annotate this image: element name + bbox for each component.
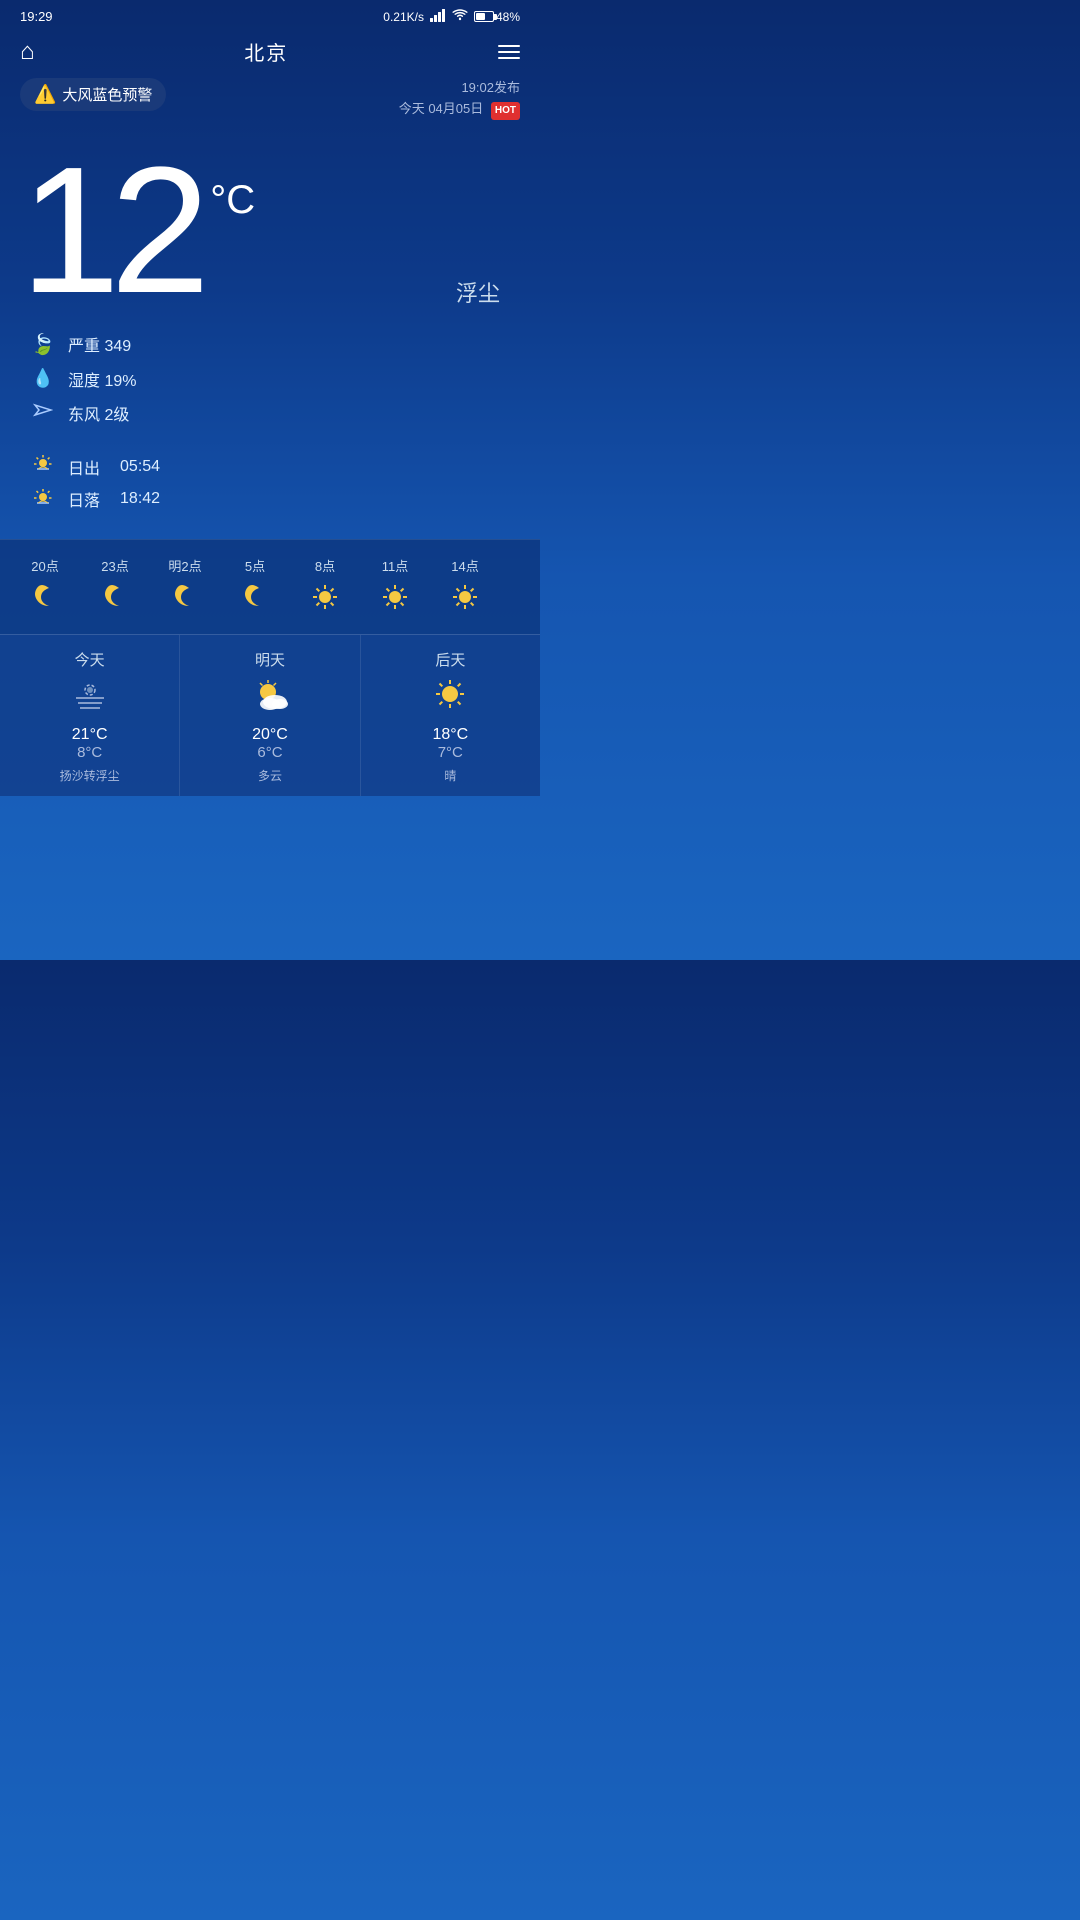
- leaf-icon: 🍃: [30, 332, 56, 357]
- hourly-time: 8点: [315, 556, 335, 575]
- hourly-item: 14点: [430, 556, 500, 618]
- aqi-value: 严重 349: [68, 332, 131, 356]
- moon-icon: [241, 583, 269, 618]
- daily-high: 20°C: [252, 726, 288, 744]
- daily-low: 6°C: [252, 744, 288, 761]
- hourly-item: 23点: [80, 556, 150, 618]
- daily-label: 今天: [75, 649, 105, 670]
- menu-button[interactable]: [498, 45, 520, 59]
- sunset-icon: [30, 487, 56, 510]
- hot-badge: HOT: [491, 102, 520, 120]
- weather-description: 浮尘: [456, 276, 500, 308]
- stats-section: 🍃 严重 349 💧 湿度 19% 东风 2级: [0, 322, 540, 455]
- hourly-time: 23点: [101, 556, 128, 575]
- sunrise-label: 日出: [68, 455, 100, 479]
- daily-label: 明天: [255, 649, 285, 670]
- daily-desc: 扬沙转浮尘: [60, 767, 120, 784]
- stat-row-aqi: 🍃 严重 349: [30, 332, 520, 357]
- hourly-time: 14点: [451, 556, 478, 575]
- daily-desc: 多云: [258, 767, 282, 784]
- warning-bar: ⚠️ 大风蓝色预警 19:02发布 今天 04月05日 HOT: [0, 78, 540, 130]
- daily-high: 18°C: [432, 726, 468, 744]
- status-icons: 0.21K/s 48%: [383, 8, 520, 25]
- status-bar: 19:29 0.21K/s 48%: [0, 0, 540, 29]
- hourly-time: 11点: [382, 556, 409, 575]
- daily-low: 7°C: [432, 744, 468, 761]
- hourly-forecast: 20点 23点 明2点 5点 8点 11点 14点: [0, 539, 540, 634]
- temperature-unit: °C: [210, 180, 255, 220]
- wind-icon: [30, 401, 56, 424]
- drop-icon: 💧: [30, 368, 56, 389]
- daily-forecast: 今天 21°C 8°C 扬沙转浮尘明天 20°C 6°C 多云后天: [0, 634, 540, 796]
- home-icon[interactable]: ⌂: [20, 38, 35, 66]
- battery-percent: 48%: [496, 10, 520, 24]
- publish-time: 19:02发布: [399, 78, 520, 99]
- sun-icon: [311, 583, 339, 618]
- moon-icon: [101, 583, 129, 618]
- header: ⌂ 北京: [0, 29, 540, 78]
- hourly-time: 5点: [245, 556, 265, 575]
- hourly-item: 11点: [360, 556, 430, 618]
- hazy-icon: [70, 676, 110, 720]
- menu-line-2: [498, 51, 520, 53]
- warning-date: 19:02发布 今天 04月05日 HOT: [399, 78, 520, 120]
- daily-low: 8°C: [72, 744, 108, 761]
- humidity-value: 湿度 19%: [68, 367, 136, 391]
- hourly-item: 明2点: [150, 556, 220, 618]
- signal-icon: [430, 8, 446, 25]
- sunrise-time: 05:54: [120, 458, 160, 476]
- daily-label: 后天: [435, 649, 465, 670]
- sun-icon: [451, 583, 479, 618]
- daily-high: 21°C: [72, 726, 108, 744]
- menu-line-1: [498, 45, 520, 47]
- stat-row-humidity: 💧 湿度 19%: [30, 367, 520, 391]
- sunset-row: 日落 18:42: [30, 487, 520, 511]
- sunny-icon: [430, 676, 470, 720]
- wind-value: 东风 2级: [68, 401, 129, 425]
- partly-cloudy-icon: [250, 676, 290, 720]
- sunrise-row: 日出 05:54: [30, 455, 520, 479]
- sun-section: 日出 05:54 日落 18:42: [0, 455, 540, 539]
- warning-triangle-icon: ⚠️: [34, 84, 56, 105]
- menu-line-3: [498, 57, 520, 59]
- hourly-time: 20点: [31, 556, 58, 575]
- moon-icon: [171, 583, 199, 618]
- warning-badge[interactable]: ⚠️ 大风蓝色预警: [20, 78, 166, 111]
- temperature-section: 12 °C 浮尘: [0, 130, 540, 322]
- stat-row-wind: 东风 2级: [30, 401, 520, 425]
- today-date: 今天 04月05日 HOT: [399, 99, 520, 120]
- daily-item: 今天 21°C 8°C 扬沙转浮尘: [0, 635, 180, 796]
- hourly-scroll[interactable]: 20点 23点 明2点 5点 8点 11点 14点: [0, 556, 540, 618]
- hourly-time: 明2点: [168, 556, 201, 575]
- hourly-item: 5点: [220, 556, 290, 618]
- sunset-time: 18:42: [120, 490, 160, 508]
- sunrise-icon: [30, 455, 56, 478]
- hourly-item: 8点: [290, 556, 360, 618]
- network-speed: 0.21K/s: [383, 10, 424, 24]
- warning-text: 大风蓝色预警: [62, 84, 152, 105]
- daily-item: 后天 18°C 7°C 晴: [361, 635, 540, 796]
- sunset-label: 日落: [68, 487, 100, 511]
- battery-indicator: 48%: [474, 10, 520, 24]
- daily-desc: 晴: [444, 767, 456, 784]
- sun-icon: [381, 583, 409, 618]
- city-title: 北京: [244, 37, 288, 66]
- wifi-icon: [452, 8, 468, 25]
- daily-item: 明天 20°C 6°C 多云: [180, 635, 360, 796]
- hourly-item: 20点: [10, 556, 80, 618]
- temperature-display: 12 °C: [20, 150, 520, 312]
- status-time: 19:29: [20, 9, 53, 24]
- temperature-value: 12: [20, 150, 200, 312]
- moon-icon: [31, 583, 59, 618]
